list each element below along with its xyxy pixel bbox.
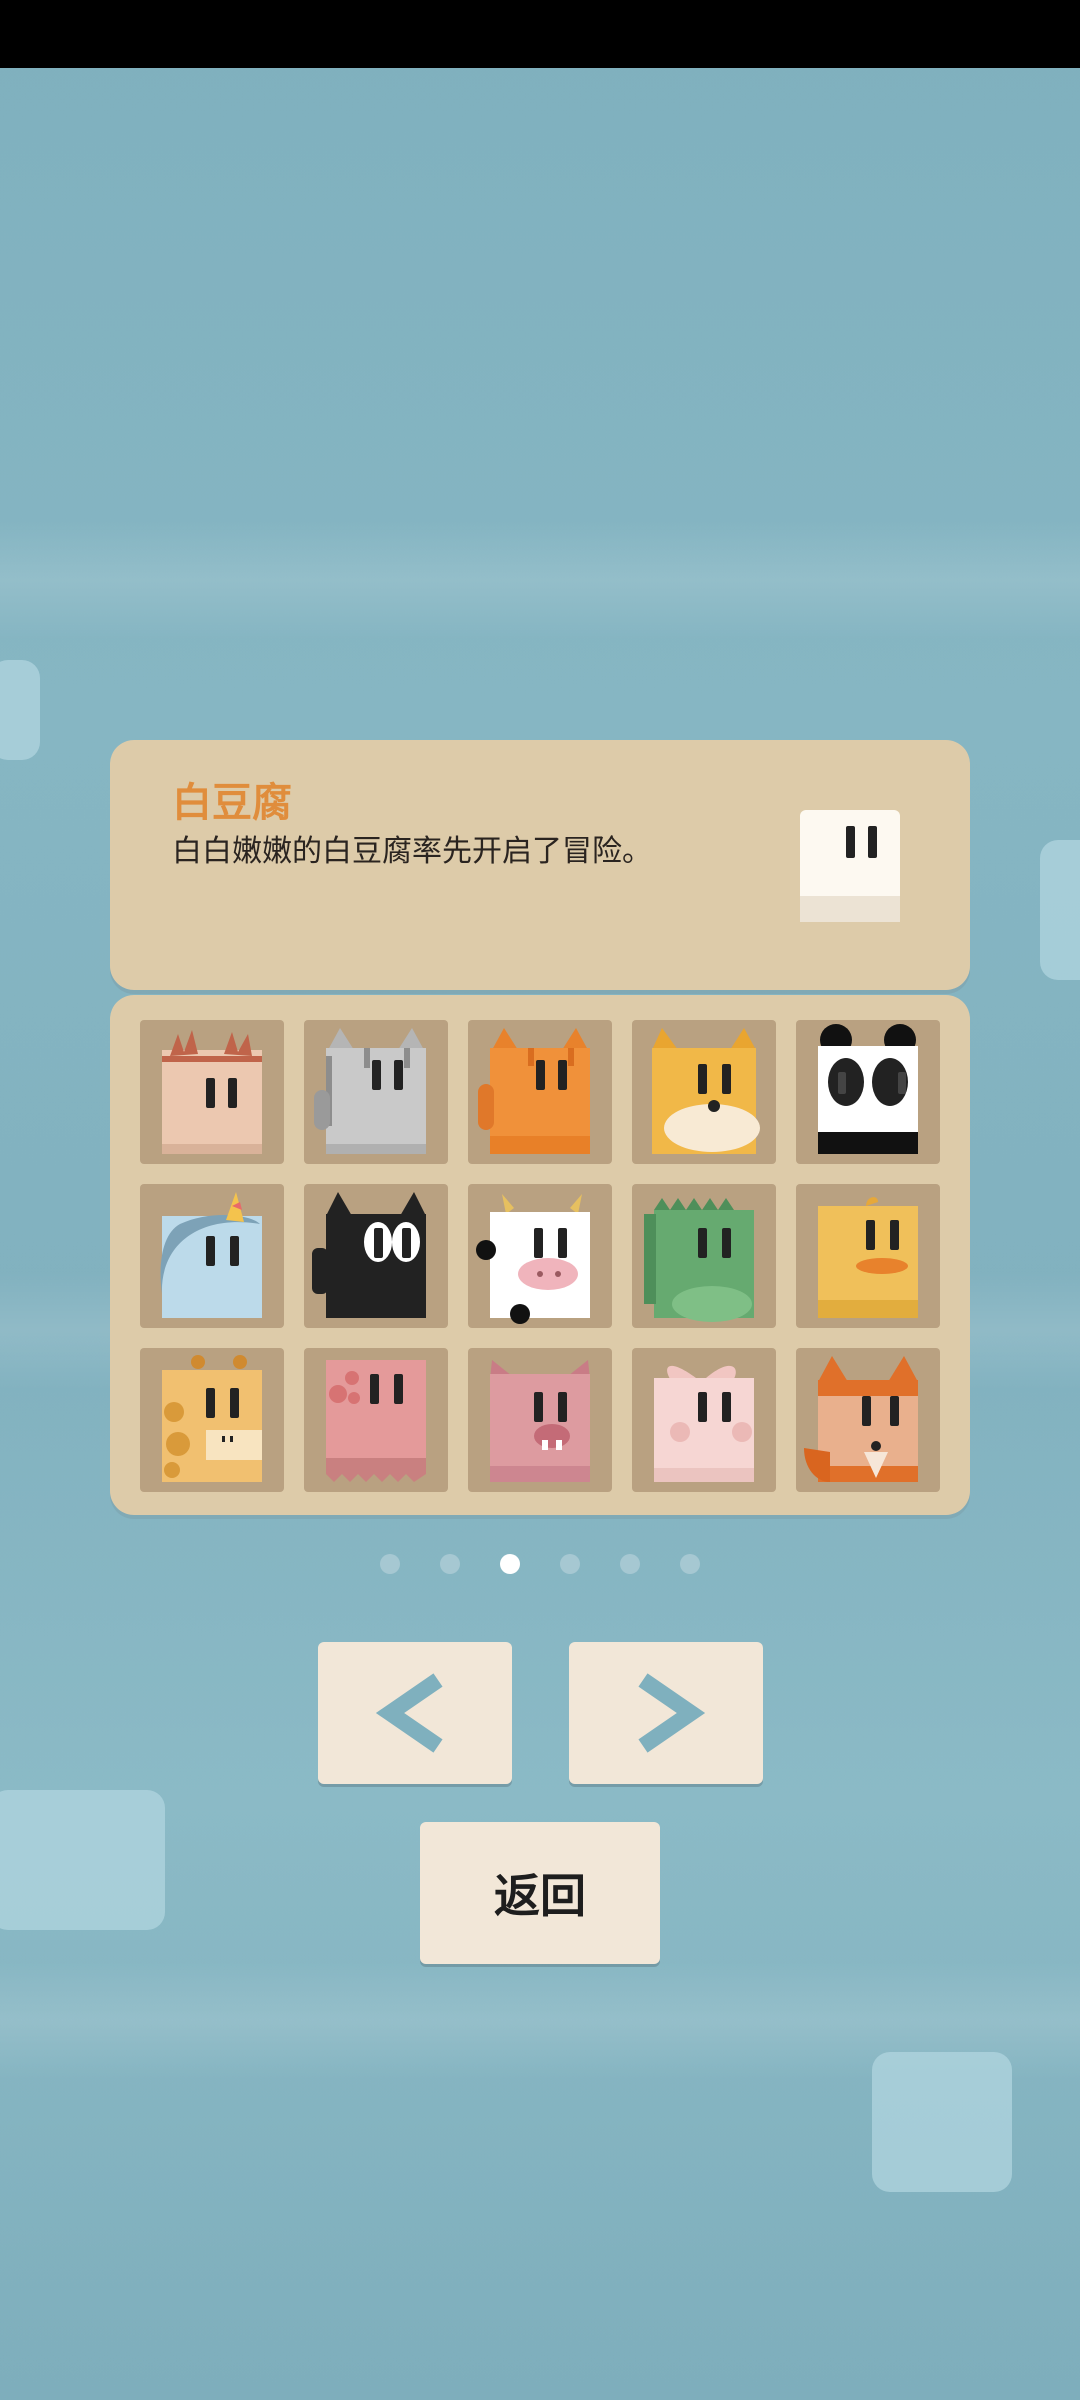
previous-button[interactable] (318, 1642, 512, 1784)
character-slot-cow[interactable] (468, 1184, 612, 1328)
unicorn-icon (160, 1192, 262, 1318)
cloud-decoration (872, 2052, 1012, 2192)
back-button-label: 返回 (494, 1869, 586, 1923)
character-description: 白白嫩嫩的白豆腐率先开启了冒险。 (172, 834, 652, 869)
duck-icon (818, 1197, 918, 1318)
black-cat-icon (312, 1192, 426, 1318)
tofu-preview-icon (800, 810, 900, 922)
giraffe-icon (162, 1355, 262, 1482)
page-dot-5[interactable] (620, 1554, 640, 1574)
dinosaur-icon (644, 1198, 754, 1322)
character-slot-sea-urchin[interactable] (140, 1020, 284, 1164)
pig-icon (490, 1360, 590, 1482)
next-button[interactable] (569, 1642, 763, 1784)
cloud-decoration (0, 1790, 165, 1930)
character-info-card: 白豆腐 白白嫩嫩的白豆腐率先开启了冒险。 (110, 740, 970, 990)
character-slot-unicorn[interactable] (140, 1184, 284, 1328)
status-bar (0, 0, 1080, 68)
character-slot-giraffe[interactable] (140, 1348, 284, 1492)
character-slot-shiba-dog[interactable] (632, 1020, 776, 1164)
character-slot-dinosaur[interactable] (632, 1184, 776, 1328)
shiba-dog-icon (652, 1028, 760, 1154)
cow-icon (476, 1194, 590, 1324)
page-dot-1[interactable] (380, 1554, 400, 1574)
character-slot-duck[interactable] (796, 1184, 940, 1328)
orange-tabby-cat-icon (478, 1028, 590, 1154)
panda-icon (818, 1024, 918, 1154)
rabbit-icon (654, 1365, 754, 1482)
page-dot-6[interactable] (680, 1554, 700, 1574)
haze-band (0, 520, 1080, 640)
character-slot-gray-tabby-cat[interactable] (304, 1020, 448, 1164)
character-slot-orange-tabby-cat[interactable] (468, 1020, 612, 1164)
fox-icon (804, 1356, 918, 1482)
page-dot-3-active[interactable] (500, 1554, 520, 1574)
chevron-right-icon (638, 1673, 706, 1753)
character-name: 白豆腐 (172, 780, 292, 826)
sea-urchin-icon (162, 1030, 262, 1154)
chevron-left-icon (375, 1673, 443, 1753)
character-slot-panda[interactable] (796, 1020, 940, 1164)
character-slot-octopus[interactable] (304, 1348, 448, 1492)
character-slot-black-cat[interactable] (304, 1184, 448, 1328)
character-slot-fox[interactable] (796, 1348, 940, 1492)
character-slot-rabbit[interactable] (632, 1348, 776, 1492)
cloud-decoration (1040, 840, 1080, 980)
page-dot-2[interactable] (440, 1554, 460, 1574)
octopus-icon (326, 1360, 426, 1482)
gray-tabby-cat-icon (314, 1028, 426, 1154)
page-dot-4[interactable] (560, 1554, 580, 1574)
character-slot-pig[interactable] (468, 1348, 612, 1492)
character-grid-panel (110, 995, 970, 1515)
cloud-decoration (0, 660, 40, 760)
back-button[interactable]: 返回 (420, 1822, 660, 1964)
